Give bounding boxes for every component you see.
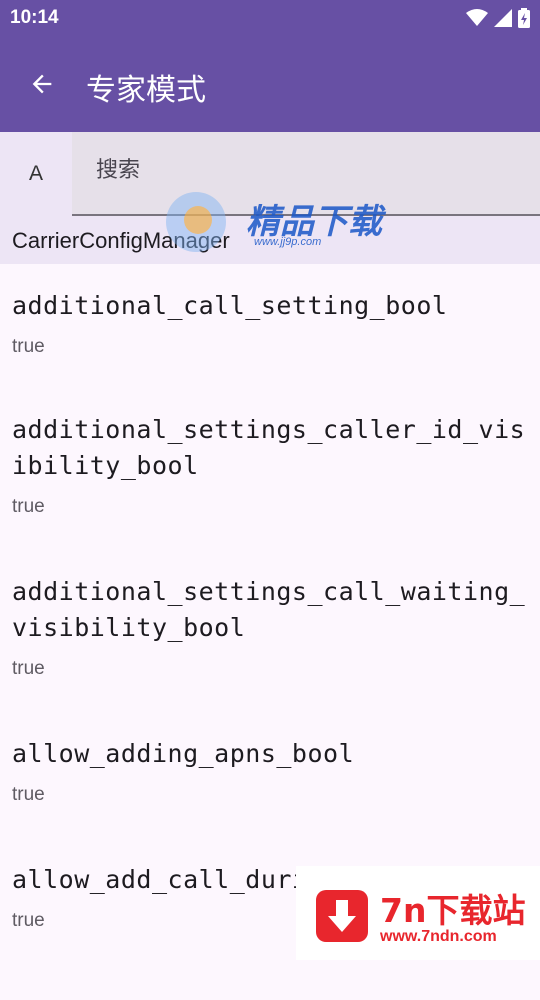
cellular-signal-icon (494, 9, 512, 27)
download-site-badge: 7n下载站 www.7ndn.com (296, 866, 540, 960)
app-bar: 专家模式 (0, 36, 540, 132)
wifi-icon (466, 9, 488, 26)
watermark-url: www.jj9p.com (254, 236, 322, 248)
watermark-p-icon (166, 192, 226, 252)
watermark-logo: 精品下载 www.jj9p.com (162, 188, 392, 258)
config-key: additional_call_setting_bool (12, 291, 448, 320)
config-value: true (12, 658, 45, 679)
back-button[interactable] (24, 66, 60, 102)
config-value: true (12, 784, 45, 805)
search-input[interactable] (96, 158, 516, 183)
status-icons (466, 8, 530, 28)
status-time: 10:14 (10, 7, 59, 28)
config-value: true (12, 336, 45, 357)
list-item[interactable]: additional_call_setting_bool true (0, 264, 540, 388)
list-item[interactable]: allow_adding_apns_bool true (0, 712, 540, 838)
config-value: true (12, 496, 45, 517)
download-arrow-icon (316, 890, 368, 942)
config-key: additional_settings_call_waiting_visibil… (12, 577, 526, 642)
letter-filter-chip[interactable]: A (0, 132, 72, 216)
badge-title: 7n下载站 (380, 891, 526, 930)
status-bar: 10:14 (0, 0, 540, 36)
config-key: allow_adding_apns_bool (12, 739, 355, 768)
list-item[interactable]: additional_settings_call_waiting_visibil… (0, 550, 540, 712)
list-item[interactable]: additional_settings_caller_id_visibility… (0, 388, 540, 550)
page-title: 专家模式 (86, 73, 206, 108)
battery-charging-icon (518, 8, 530, 28)
badge-url: www.7ndn.com (380, 928, 497, 945)
arrow-back-icon (32, 74, 52, 94)
config-key: additional_settings_caller_id_visibility… (12, 415, 526, 480)
